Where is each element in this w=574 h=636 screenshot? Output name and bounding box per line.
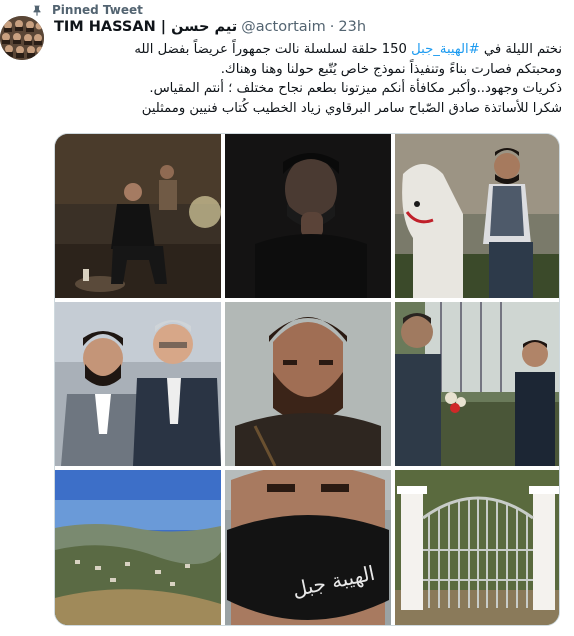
tweet-line-2: ومحبتكم فصارت بناءً وتنفيذاً نموذج خاص ي… — [220, 61, 562, 77]
avatar[interactable] — [0, 16, 44, 60]
photo-seated-man-garden[interactable] — [55, 134, 221, 298]
photo-bearded-portrait[interactable] — [225, 302, 391, 466]
tweet-line-3: ذكريات وجهود..وأكبر مكافأة أنكم ميزتونا … — [149, 81, 562, 96]
tweet-line-4: شكرا للأساتذة صادق الصّباح سامر البرقاوي… — [141, 100, 562, 116]
tweet-text: نختم الليلة في #الهيبة_جبل 150 حلقة لسلس… — [54, 40, 562, 118]
photo-white-gate[interactable] — [395, 470, 559, 625]
pin-icon — [30, 3, 44, 17]
photo-two-men-garden[interactable] — [395, 302, 559, 466]
photo-two-men-suits[interactable] — [55, 302, 221, 466]
author-name[interactable]: TIM HASSAN | تيم حسن — [54, 19, 237, 35]
tweet-timestamp[interactable]: 23h — [338, 19, 366, 35]
photo-man-black-mask[interactable]: الهيبة جبل — [225, 470, 391, 625]
media-grid: الهيبة جبل — [54, 133, 560, 626]
hashtag-link[interactable]: #الهيبة_جبل — [411, 42, 480, 57]
pinned-label-text: Pinned Tweet — [52, 3, 143, 17]
separator-dot: · — [329, 19, 335, 35]
tweet-line-1: نختم الليلة في #الهيبة_جبل 150 حلقة لسلس… — [134, 42, 562, 57]
photo-thinking-man[interactable] — [225, 134, 391, 298]
author-handle[interactable]: @actortaim — [241, 19, 326, 35]
tweet-header: TIM HASSAN | تيم حسن @actortaim · 23h — [54, 16, 564, 38]
photo-man-with-horse[interactable] — [395, 134, 559, 298]
photo-mountain-landscape[interactable] — [55, 470, 221, 625]
